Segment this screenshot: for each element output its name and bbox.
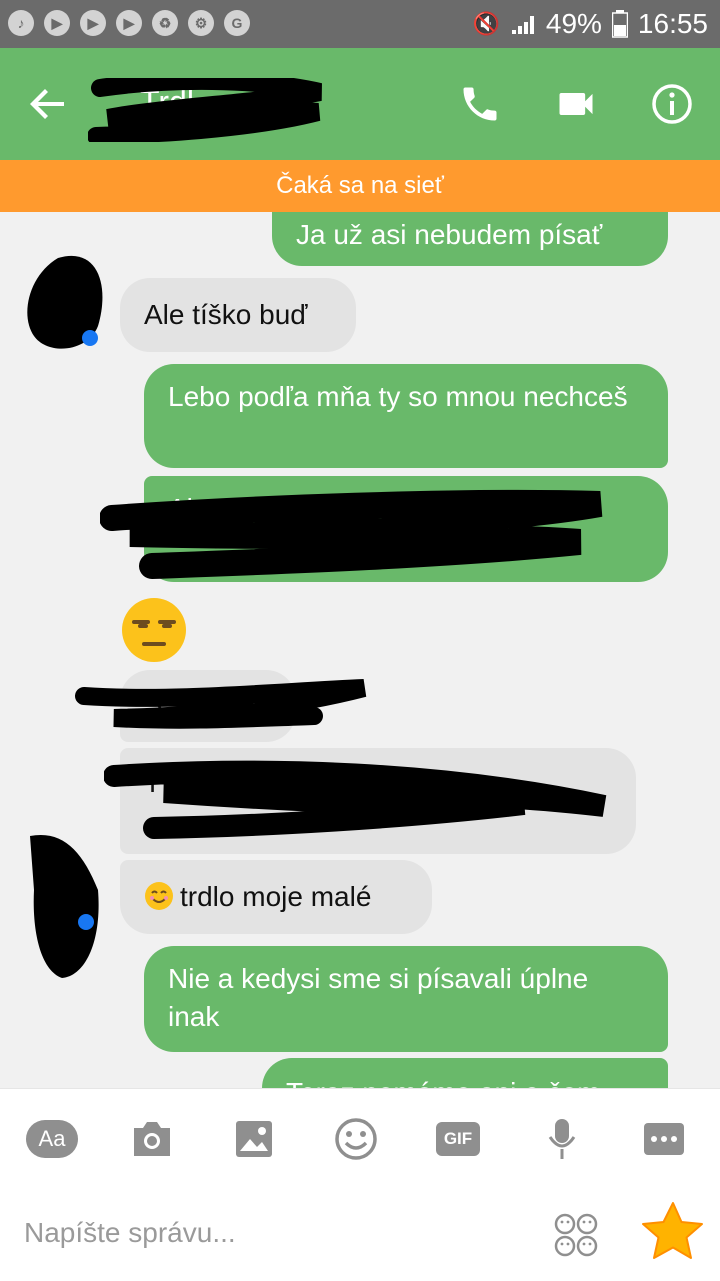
status-bar: ♪ ▶ ▶ ▶ ♻ ⚙ G 🔇 49% 16:55 [0,0,720,48]
message-text: Lebo podľa mňa ty so mnou nechceš [168,381,628,412]
mute-icon: 🔇 [472,11,500,36]
outgoing-message[interactable]: Lebo podľa mňa ty so mnou nechceš [144,364,668,468]
battery-icon [611,10,628,38]
recycle-icon: ♻ [152,10,178,36]
gallery-button[interactable] [226,1113,282,1165]
message-text: Nie a kedysi sme si písavali úplne inak [168,963,589,1032]
image-icon [236,1121,272,1157]
message-text: Ale tíško buď [144,299,308,330]
gif-label: GIF [436,1122,480,1156]
text-label: Aa [26,1120,78,1158]
smiling-emoji-icon [145,882,173,910]
stickers-icon[interactable] [554,1213,598,1257]
camera-icon [134,1122,170,1156]
notification-icons: ♪ ▶ ▶ ▶ ♻ ⚙ G [8,10,250,36]
star-reaction-icon[interactable] [640,1199,706,1265]
outgoing-message[interactable]: Ja už asi nebudem písať [272,212,668,266]
smiley-icon [335,1118,377,1160]
redaction-scribble [104,760,607,839]
info-icon[interactable] [650,82,694,126]
youtube-icon: ▶ [80,10,106,36]
emoji-button[interactable] [328,1113,384,1165]
battery-percent: 49% [545,8,602,39]
unamused-emoji-icon [122,598,186,662]
redaction-scribble [88,78,322,142]
signal-icon [511,16,534,34]
conversation-header: Trdl [0,48,720,160]
outgoing-message[interactable]: Nie a kedysi sme si písavali úplne inak … [262,1058,668,1088]
incoming-message[interactable]: Ale tíško buď [120,278,356,352]
message-text: Teraz nemáme ani o čom [286,1077,600,1088]
settings-icon: ⚙ [188,10,214,36]
music-icon: ♪ [8,10,34,36]
camera-button[interactable] [124,1113,180,1165]
phone-icon[interactable] [458,82,502,126]
voice-button[interactable] [534,1113,590,1165]
message-text: trdlo moje malé [180,881,372,912]
google-icon: G [224,10,250,36]
status-right: 🔇 49% 16:55 [472,8,708,40]
outgoing-message[interactable]: Nie a kedysi sme si písavali úplne inak [144,946,668,1052]
contact-avatar[interactable] [18,246,114,358]
clock: 16:55 [637,8,708,39]
redaction-scribble [100,489,603,579]
message-list: Ja už asi nebudem písať Ale tíško buď Le… [0,212,720,1088]
video-call-icon[interactable] [554,82,598,126]
incoming-message[interactable]: trdlo moje malé [120,860,432,934]
youtube-icon: ▶ [44,10,70,36]
contact-avatar[interactable] [22,830,106,980]
network-status-banner: Čaká sa na sieť [0,160,720,212]
text-button[interactable]: Aa [24,1113,80,1165]
message-text: Ja už asi nebudem písať [296,219,603,250]
more-button[interactable] [636,1113,692,1165]
gif-button[interactable]: GIF [430,1113,486,1165]
back-arrow-icon[interactable] [28,84,68,124]
redaction-scribble [75,679,367,729]
youtube-icon: ▶ [116,10,142,36]
more-icon [644,1123,684,1155]
message-input[interactable]: Napíšte správu... [24,1217,236,1249]
composer: Aa GIF Napíšte správu... [0,1088,720,1281]
microphone-icon [548,1119,576,1159]
